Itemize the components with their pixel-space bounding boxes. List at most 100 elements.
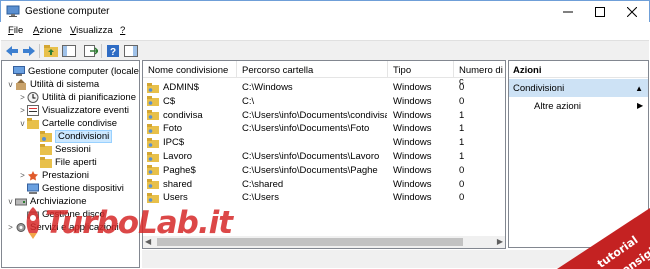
open-file-icon	[40, 157, 52, 168]
show-action-pane-button[interactable]	[123, 43, 139, 59]
export-list-button[interactable]	[83, 43, 99, 59]
cell-type: Windows	[393, 95, 432, 107]
menu-help-accel: ?	[120, 25, 126, 36]
cell-folder-path: C:\	[242, 95, 255, 107]
scrollbar-thumb[interactable]	[157, 238, 463, 246]
cell-type: Windows	[393, 151, 432, 162]
tree-item-open-files[interactable]: File aperti	[31, 156, 97, 169]
table-row[interactable]: Paghe$ C:\Users\info\Documents\Paghe Windo…	[143, 164, 505, 177]
share-name: Users	[163, 192, 188, 204]
menu-file[interactable]: File	[8, 25, 23, 36]
maximize-icon	[595, 7, 605, 17]
tree-expander[interactable]: >	[18, 171, 27, 180]
share-icon	[147, 82, 159, 93]
shares-list[interactable]: ^ Nome condivisione Percorso cartella Ti…	[142, 60, 506, 249]
cell-folder-path: C:\Users\info\Documents\Lavoro	[242, 151, 380, 162]
console-tree-icon	[62, 45, 76, 57]
tree-expander[interactable]: >	[6, 223, 15, 232]
share-name: shared	[163, 178, 193, 190]
cell-share-name: Foto	[147, 122, 237, 135]
scroll-right-icon[interactable]: ▶	[497, 237, 503, 246]
cell-client-count: 1	[459, 109, 465, 121]
tree-expander[interactable]: >	[18, 93, 27, 102]
tree-item-label: Utilità di sistema	[30, 79, 100, 90]
title-bar: Gestione computer	[0, 0, 650, 22]
table-row[interactable]: ADMIN$ C:\Windows Windows 0	[143, 81, 505, 94]
tree-item-shared-folders[interactable]: v Cartelle condivise	[18, 117, 117, 130]
tree-item-shares[interactable]: Condivisioni	[31, 130, 113, 143]
cell-client-count: 0	[459, 82, 465, 93]
cell-folder-path: C:\Users\info\Documents\Foto	[242, 123, 370, 135]
table-row[interactable]: Users C:\Users Windows 0	[143, 191, 505, 204]
cell-share-name: C$	[147, 95, 237, 108]
menu-visualizza[interactable]: Visualizza	[70, 25, 113, 36]
column-header-client-count[interactable]: Numero di c	[454, 61, 505, 87]
tree-item-label: Servizi e applicazioni	[30, 222, 119, 233]
tree-item-services-apps[interactable]: > Servizi e applicazioni	[6, 221, 119, 234]
tree-item-event-viewer[interactable]: > Visualizzatore eventi	[18, 104, 129, 117]
console-tree[interactable]: Gestione computer (locale) v Utilità di …	[1, 60, 140, 268]
minimize-icon	[563, 11, 573, 13]
minimize-button[interactable]	[553, 1, 583, 23]
table-row[interactable]: IPC$ Windows 1	[143, 136, 505, 149]
menu-azione[interactable]: Azione	[33, 25, 62, 36]
tree-item-storage[interactable]: v Archiviazione	[6, 195, 87, 208]
tree-expander[interactable]: v	[6, 80, 15, 89]
column-header-type[interactable]: Tipo	[388, 61, 454, 78]
column-header-share-name[interactable]: ^ Nome condivisione	[143, 61, 237, 78]
tree-item-system-tools[interactable]: v Utilità di sistema	[6, 78, 99, 91]
tree-item-label: Sessioni	[55, 144, 91, 155]
column-header-label: Nome condivisione	[148, 65, 229, 76]
tree-item-computer[interactable]: Gestione computer (locale)	[4, 65, 139, 78]
tree-item-task-scheduler[interactable]: > Utilità di pianificazione	[18, 91, 136, 104]
menu-file-label: ile	[13, 25, 24, 36]
table-row[interactable]: Lavoro C:\Users\info\Documents\Lavoro Wind…	[143, 150, 505, 163]
share-name: Foto	[163, 123, 183, 135]
scroll-left-icon[interactable]: ◀	[145, 237, 151, 246]
table-row[interactable]: shared C:\shared Windows 0	[143, 178, 505, 191]
session-icon	[40, 144, 52, 155]
collapse-up-icon[interactable]: ▲	[635, 84, 643, 93]
tree-item-label: Archiviazione	[30, 196, 87, 207]
close-button[interactable]	[617, 1, 647, 23]
cell-share-name: shared	[147, 178, 237, 191]
tree-expander[interactable]: v	[6, 197, 15, 206]
show-hide-tree-button[interactable]	[61, 43, 77, 59]
cell-client-count: 1	[459, 151, 465, 162]
action-group-shares[interactable]: Condivisioni ▲	[509, 79, 648, 97]
svg-text:?: ?	[110, 47, 116, 57]
list-header: ^ Nome condivisione Percorso cartella Ti…	[143, 61, 505, 87]
up-folder-button[interactable]	[43, 43, 59, 59]
tree-item-performance[interactable]: > Prestazioni	[18, 169, 89, 182]
action-pane-icon	[124, 45, 138, 57]
submenu-arrow-icon: ▶	[637, 101, 644, 110]
cell-client-count: 0	[459, 192, 465, 204]
tree-expander[interactable]: >	[18, 106, 27, 115]
sort-ascending-icon: ^	[188, 60, 192, 65]
cell-share-name: Lavoro	[147, 150, 237, 163]
forward-button[interactable]	[21, 43, 37, 59]
help-icon: ?	[107, 45, 119, 57]
cell-share-name: ADMIN$	[147, 81, 237, 94]
disk-icon	[27, 211, 39, 219]
column-header-label: Percorso cartella	[242, 65, 314, 76]
tree-item-sessions[interactable]: Sessioni	[31, 143, 91, 156]
action-more-actions[interactable]: Altre azioni	[534, 101, 581, 112]
tree-item-device-manager[interactable]: Gestione dispositivi	[18, 182, 124, 195]
share-name: ADMIN$	[163, 82, 199, 93]
column-header-folder-path[interactable]: Percorso cartella	[237, 61, 388, 78]
menu-bar: File Azione Visualizza ?	[1, 22, 649, 40]
maximize-button[interactable]	[585, 1, 615, 23]
table-row[interactable]: C$ C:\ Windows 0	[143, 95, 505, 108]
table-row[interactable]: condivisa C:\Users\info\Documents\condivi…	[143, 109, 505, 122]
back-button[interactable]	[4, 43, 20, 59]
help-button[interactable]: ?	[105, 43, 121, 59]
table-row[interactable]: Foto C:\Users\info\Documents\Foto Windows 1	[143, 122, 505, 135]
tree-expander[interactable]: v	[18, 119, 27, 128]
tree-item-disk-management[interactable]: Gestione disco	[18, 208, 105, 221]
horizontal-scrollbar[interactable]: ◀ ▶	[143, 236, 505, 248]
tools-icon	[16, 79, 26, 90]
share-icon	[147, 192, 159, 203]
cell-client-count: 0	[459, 95, 465, 107]
menu-help[interactable]: ?	[120, 25, 125, 36]
